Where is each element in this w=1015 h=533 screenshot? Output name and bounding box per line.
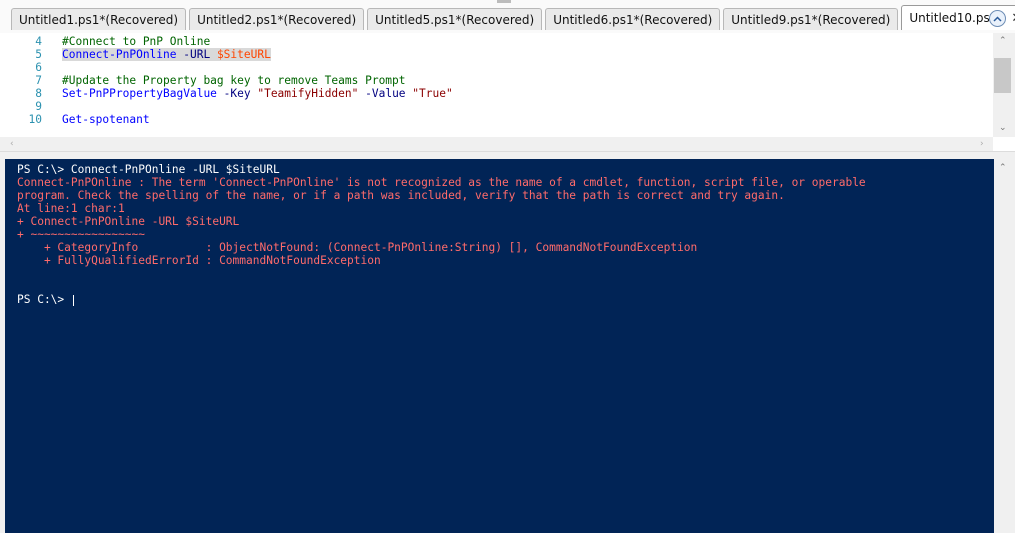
tab-label: Untitled2.ps1*(Recovered) [197,12,357,27]
chevron-up-icon[interactable]: ⌃ [999,163,1007,173]
code-text: Connect-PnPOnline -URL $SiteURL [62,48,271,61]
line-number: 6 [35,61,42,74]
tab-label: Untitled5.ps1*(Recovered) [375,12,535,27]
editor-horizontal-scrollbar[interactable]: ‹ › [0,137,993,151]
script-editor-text[interactable]: 4 #Connect to PnP Online 5 Connect-PnPOnlin… [0,33,993,137]
editor-line[interactable]: 10 Get-spotenant [0,113,993,126]
console-vertical-scrollbar[interactable]: ⌃ [994,159,1015,533]
tab-4[interactable]: Untitled6.ps1*(Recovered) [545,8,721,30]
code-text: #Connect to PnP Online [62,35,210,48]
editor-line[interactable]: 5 Connect-PnPOnline -URL $SiteURL [0,48,993,61]
pane-resize-handle[interactable] [497,0,511,3]
editor-line[interactable]: 4 #Connect to PnP Online [0,35,993,48]
console-pane[interactable]: PS C:\> Connect-PnPOnline -URL $SiteURL C… [5,159,994,533]
code-token: -Value [358,87,413,100]
chevron-down-icon[interactable]: ⌄ [999,123,1007,133]
code-text: Get-spotenant [62,113,150,126]
console-line: + FullyQualifiedErrorId : CommandNotFoun… [17,254,381,267]
console-line: PS C:\> Connect-PnPOnline -URL $SiteURL [17,163,280,176]
console-line: + Connect-PnPOnline -URL $SiteURL [17,215,239,228]
editor-line[interactable]: 6 [0,61,993,74]
editor-vertical-scrollbar[interactable]: ⌃ ⌄ [993,33,1015,137]
pane-splitter[interactable] [0,151,1015,159]
console-text: Connect-PnPOnline : The term 'Connect-Pn… [17,176,866,189]
tab-label: Untitled9.ps1*(Recovered) [731,12,891,27]
code-token: $SiteURL [216,48,271,61]
console-line: + CategoryInfo : ObjectNotFound: (Connec… [17,241,697,254]
script-editor-pane[interactable]: 4 #Connect to PnP Online 5 Connect-PnPOnlin… [0,33,1015,151]
chevron-right-icon[interactable]: › [980,137,984,151]
code-token: -URL [176,48,217,61]
chevron-up-circle-icon[interactable] [989,10,1006,27]
code-token: #Update the Property bag key to remove T… [62,74,406,87]
tab-2[interactable]: Untitled2.ps1*(Recovered) [189,8,365,30]
tab-label: Untitled6.ps1*(Recovered) [553,12,713,27]
tab-list: Untitled1.ps1*(Recovered) Untitled2.ps1*(… [11,5,1015,33]
line-number: 4 [35,35,42,48]
tab-3[interactable]: Untitled5.ps1*(Recovered) [367,8,543,30]
code-text: #Update the Property bag key to remove T… [62,74,406,87]
tab-1[interactable]: Untitled1.ps1*(Recovered) [11,8,187,30]
console-text: + ~~~~~~~~~~~~~~~~~ [17,228,145,241]
console-line: Connect-PnPOnline : The term 'Connect-Pn… [17,176,866,189]
console-text: + FullyQualifiedErrorId : CommandNotFoun… [17,254,381,267]
line-number: 9 [35,100,42,113]
console-line: + ~~~~~~~~~~~~~~~~~ [17,228,145,241]
code-text: Set-PnPPropertyBagValue -Key "TeamifyHid… [62,87,453,100]
editor-line[interactable]: 7 #Update the Property bag key to remove … [0,74,993,87]
console-line: program. Check the spelling of the name,… [17,189,785,202]
code-token: Set-PnPPropertyBagValue [62,87,217,100]
console-text: PS C:\> [17,293,71,306]
console-prompt[interactable]: PS C:\> [17,293,74,306]
code-token: Get-spotenant [62,113,150,126]
code-token: -Key [216,87,258,100]
line-number: 10 [28,113,42,126]
code-token: "True" [412,87,453,100]
close-icon[interactable]: ✕ [1011,6,1015,31]
line-number: 5 [35,48,42,61]
text-cursor [72,294,74,306]
tab-label: Untitled1.ps1*(Recovered) [19,12,179,27]
chevron-left-icon[interactable]: ‹ [10,137,14,151]
line-number: 7 [35,74,42,87]
console-text: At line:1 char:1 [17,202,125,215]
tab-5[interactable]: Untitled9.ps1*(Recovered) [723,8,899,30]
line-number: 8 [35,87,42,100]
chevron-up-icon[interactable]: ⌃ [999,36,1007,46]
editor-line[interactable]: 9 [0,100,993,113]
editor-line[interactable]: 8 Set-PnPPropertyBagValue -Key "TeamifyHi… [0,87,993,100]
console-text: program. Check the spelling of the name,… [17,189,785,202]
code-token: Connect-PnPOnline [62,48,177,61]
code-token: "TeamifyHidden" [257,87,359,100]
console-text: + Connect-PnPOnline -URL $SiteURL [17,215,240,228]
console-line: At line:1 char:1 [17,202,125,215]
code-token: #Connect to PnP Online [62,35,211,48]
console-text: PS C:\> Connect-PnPOnline -URL $SiteURL [17,163,280,176]
console-text: + CategoryInfo : ObjectNotFound: (Connec… [17,241,698,254]
editor-scroll-thumb[interactable] [994,58,1011,93]
script-tab-strip: Untitled1.ps1*(Recovered) Untitled2.ps1*(… [0,0,1015,34]
